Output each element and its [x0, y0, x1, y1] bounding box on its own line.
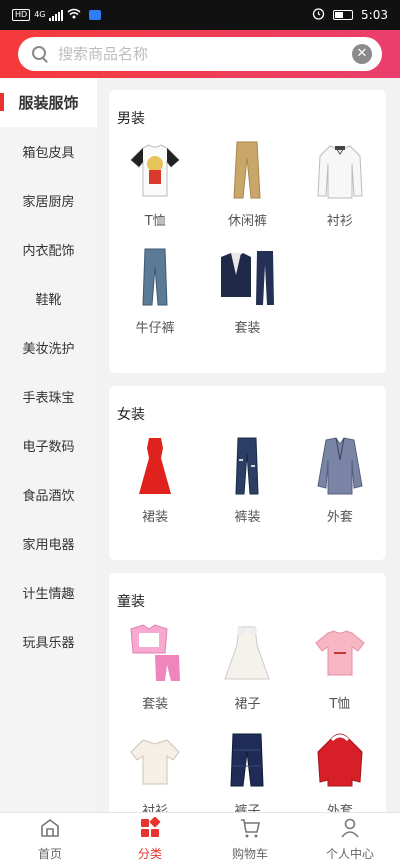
product-category-item[interactable]: 套装 — [201, 245, 293, 336]
sidebar-item-food-drinks[interactable]: 食品酒饮 — [0, 470, 97, 519]
category-content: 男装 T恤 休闲裤 衬衫 牛仔裤 套装 女装 裙装 裤装 外套 童装 套装 裙子… — [97, 78, 400, 812]
tab-cart[interactable]: 购物车 — [200, 813, 300, 866]
sidebar-item-underwear[interactable]: 内衣配饰 — [0, 225, 97, 274]
item-label: T恤 — [329, 697, 351, 712]
item-label: 裙装 — [142, 510, 169, 525]
section-card-womens: 女装 裙装 裤装 外套 — [109, 386, 386, 560]
product-category-item[interactable]: 衬衫 — [294, 138, 386, 229]
item-label: 裤子 — [234, 804, 261, 812]
status-bar: HD 4G 5:03 — [0, 0, 400, 30]
tshirt-image — [123, 138, 187, 202]
section-card-kids: 童装 套装 裙子 T恤 衬衫 裤子 外套 — [109, 573, 386, 812]
sidebar-item-clothing[interactable]: 服装服饰 — [0, 78, 97, 127]
sidebar-item-shoes[interactable]: 鞋靴 — [0, 274, 97, 323]
kids-pants-image — [215, 728, 279, 792]
network-type: 4G — [34, 10, 46, 19]
item-label: T恤 — [144, 214, 166, 229]
kids-dress-image — [215, 621, 279, 685]
sidebar-item-home-kitchen[interactable]: 家居厨房 — [0, 176, 97, 225]
blazer-image — [308, 434, 372, 498]
sidebar-item-appliances[interactable]: 家用电器 — [0, 519, 97, 568]
product-category-item[interactable]: 裤子 — [201, 728, 293, 812]
tab-label: 个人中心 — [325, 847, 374, 861]
user-icon — [339, 817, 361, 842]
tab-label: 首页 — [37, 847, 62, 861]
clock: 5:03 — [361, 8, 388, 22]
sidebar-item-watches-jewelry[interactable]: 手表珠宝 — [0, 372, 97, 421]
battery-icon — [333, 10, 354, 20]
search-input[interactable] — [58, 45, 352, 63]
product-category-item[interactable]: 休闲裤 — [201, 138, 293, 229]
tab-category[interactable]: 分类 — [100, 813, 200, 866]
hd-indicator: HD — [12, 9, 31, 21]
sidebar-item-beauty[interactable]: 美妆洗护 — [0, 323, 97, 372]
tab-label: 分类 — [137, 847, 162, 861]
header: ✕ — [0, 30, 400, 78]
cart-icon — [239, 817, 261, 842]
section-title: 男装 — [117, 111, 145, 127]
section-card-mens: 男装 T恤 休闲裤 衬衫 牛仔裤 套装 — [109, 90, 386, 373]
kids-coat-image — [308, 728, 372, 792]
red-dress-image — [123, 434, 187, 498]
clear-icon[interactable]: ✕ — [352, 44, 372, 64]
app-notification-icon — [89, 10, 102, 20]
item-label: 裙子 — [234, 697, 261, 712]
wifi-icon — [67, 8, 81, 22]
bottom-tab-bar: 首页 分类 购物车 个人中心 — [0, 812, 400, 866]
sidebar-item-bags[interactable]: 箱包皮具 — [0, 127, 97, 176]
product-category-item[interactable]: 裤装 — [201, 434, 293, 525]
product-category-item[interactable]: 衬衫 — [109, 728, 201, 812]
product-category-item[interactable]: 裙子 — [201, 621, 293, 712]
section-title: 女装 — [117, 407, 145, 423]
item-label: 衬衫 — [142, 804, 169, 812]
shirt-image — [308, 138, 372, 202]
section-title: 童装 — [117, 594, 145, 610]
category-sidebar: 服装服饰 箱包皮具 家居厨房 内衣配饰 鞋靴 美妆洗护 手表珠宝 电子数码 食品… — [0, 78, 97, 812]
item-label: 套装 — [234, 321, 261, 336]
kids-pajama-image — [123, 621, 187, 685]
home-icon — [39, 817, 61, 842]
product-category-item[interactable]: 牛仔裤 — [109, 245, 201, 336]
product-category-item[interactable]: 外套 — [294, 728, 386, 812]
category-icon — [139, 816, 161, 842]
product-category-item[interactable]: T恤 — [109, 138, 201, 229]
item-label: 外套 — [326, 510, 353, 525]
ripped-jeans-image — [215, 434, 279, 498]
product-category-item[interactable]: 外套 — [294, 434, 386, 525]
item-label: 外套 — [326, 804, 353, 812]
search-bar[interactable]: ✕ — [18, 37, 382, 71]
product-category-item[interactable]: 套装 — [109, 621, 201, 712]
item-label: 裤装 — [234, 510, 261, 525]
alarm-icon — [312, 7, 325, 23]
search-icon — [32, 46, 48, 62]
item-label: 衬衫 — [326, 214, 353, 229]
signal-icon — [49, 9, 64, 21]
product-category-item[interactable]: T恤 — [294, 621, 386, 712]
product-category-item[interactable]: 裙装 — [109, 434, 201, 525]
tab-profile[interactable]: 个人中心 — [300, 813, 400, 866]
khaki-pants-image — [215, 138, 279, 202]
item-label: 牛仔裤 — [135, 321, 175, 336]
kids-tshirt-image — [308, 621, 372, 685]
jeans-image — [123, 245, 187, 309]
sidebar-item-toys-instruments[interactable]: 玩具乐器 — [0, 617, 97, 666]
item-label: 休闲裤 — [227, 214, 267, 229]
item-label: 套装 — [142, 697, 169, 712]
suit-image — [215, 245, 279, 309]
tab-label: 购物车 — [231, 847, 268, 861]
sidebar-item-electronics[interactable]: 电子数码 — [0, 421, 97, 470]
kids-shirt-image — [123, 728, 187, 792]
tab-home[interactable]: 首页 — [0, 813, 100, 866]
sidebar-item-adult[interactable]: 计生情趣 — [0, 568, 97, 617]
